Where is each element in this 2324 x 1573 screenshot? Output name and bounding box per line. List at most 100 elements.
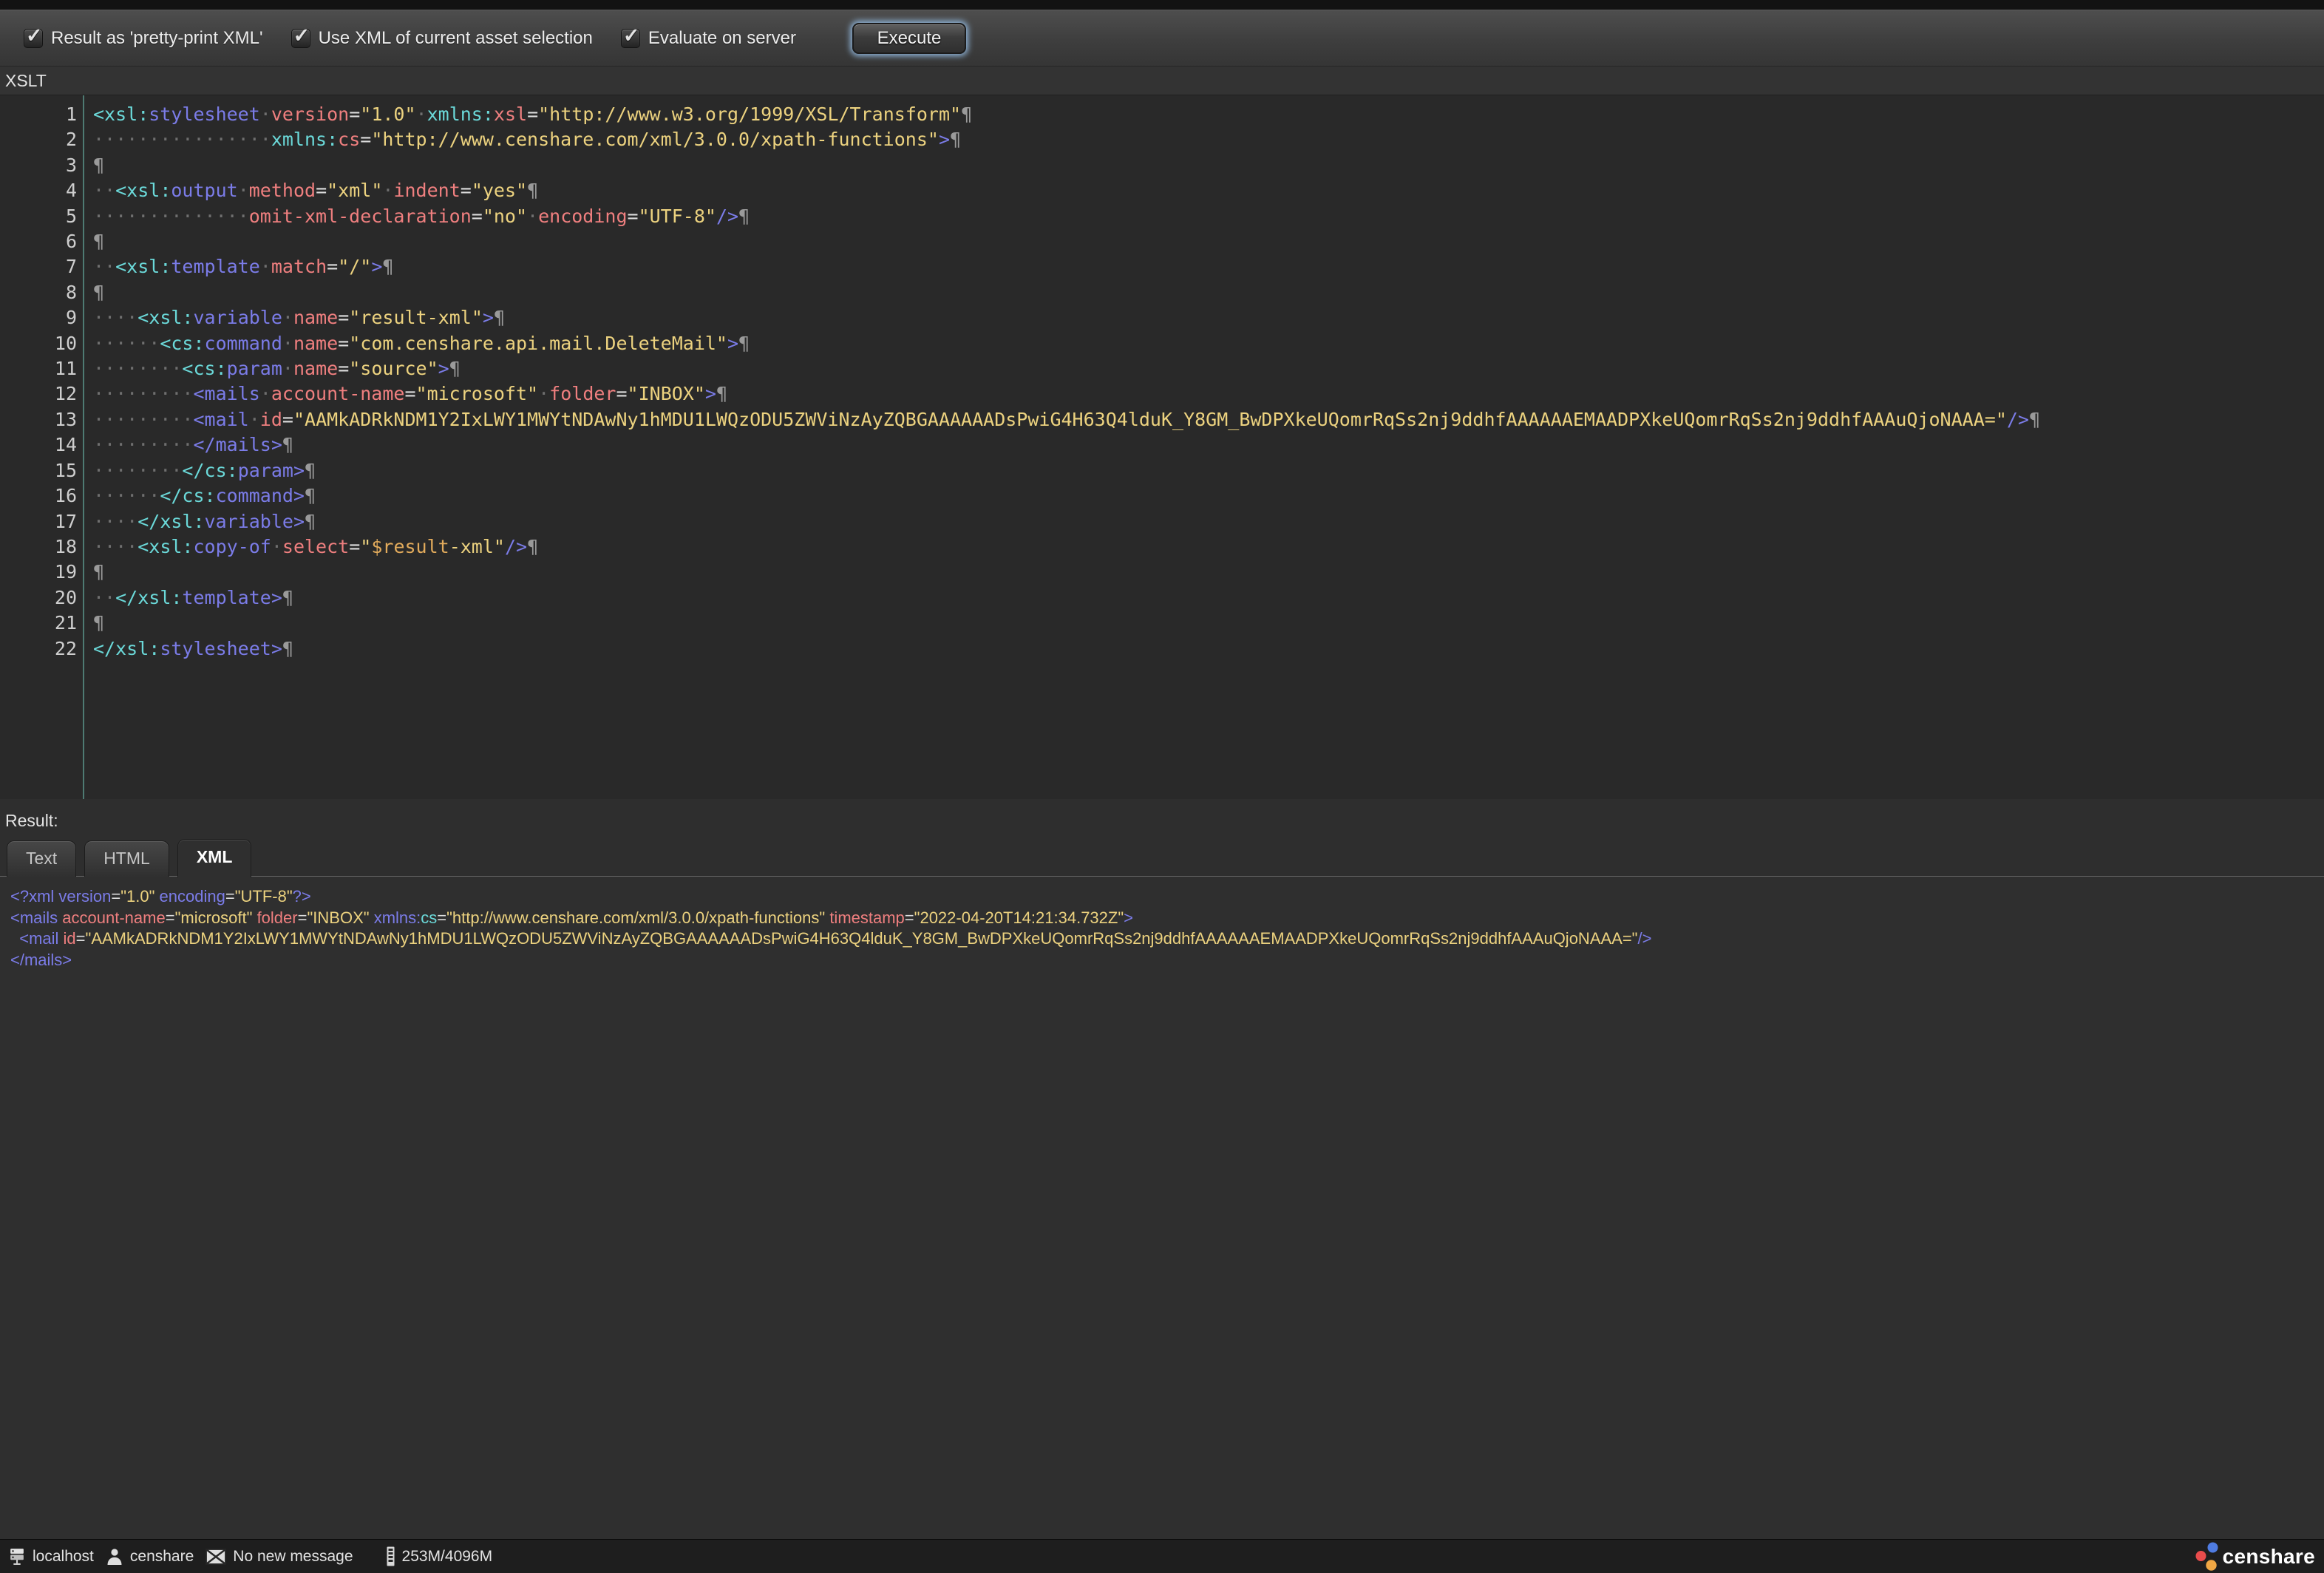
checkbox-box[interactable]: ✓ xyxy=(621,29,640,48)
checkbox-label: Evaluate on server xyxy=(648,28,796,49)
line-number: 20 xyxy=(0,585,77,611)
line-number: 12 xyxy=(0,381,77,407)
checkbox-label: Result as 'pretty-print XML' xyxy=(51,28,263,49)
tab-html[interactable]: HTML xyxy=(84,840,169,877)
editor-line-code: ··</xsl:template>¶ xyxy=(77,585,293,611)
result-tabs: TextHTMLXML xyxy=(0,835,2324,876)
editor-line-code: ¶ xyxy=(77,153,104,178)
editor-line: 1<xsl:stylesheet·version="1.0"·xmlns:xsl… xyxy=(0,102,2324,127)
editor-line-code: ¶ xyxy=(77,611,104,636)
line-number: 14 xyxy=(0,432,77,458)
result-label: Result: xyxy=(0,799,2324,835)
checkbox-box[interactable]: ✓ xyxy=(291,29,310,48)
result-line: </mails> xyxy=(10,950,2324,971)
execute-button[interactable]: Execute xyxy=(852,23,966,54)
memory-icon xyxy=(386,1546,395,1566)
editor-line-code: ················xmlns:cs="http://www.cen… xyxy=(77,127,961,152)
editor-line: 2················xmlns:cs="http://www.ce… xyxy=(0,127,2324,152)
line-number: 3 xyxy=(0,153,77,178)
editor-line: 22</xsl:stylesheet>¶ xyxy=(0,636,2324,662)
line-number: 2 xyxy=(0,127,77,152)
line-number: 4 xyxy=(0,178,77,203)
xslt-editor[interactable]: 1<xsl:stylesheet·version="1.0"·xmlns:xsl… xyxy=(0,95,2324,799)
line-number: 15 xyxy=(0,458,77,483)
editor-line-code: ····<xsl:copy-of·select="$result-xml"/>¶ xyxy=(77,534,538,560)
check-icon: ✓ xyxy=(623,24,640,47)
user-icon xyxy=(106,1547,123,1566)
editor-line: 10······<cs:command·name="com.censhare.a… xyxy=(0,331,2324,356)
editor-line-code: ·········</mails>¶ xyxy=(77,432,293,458)
editor-line-code: ··<xsl:template·match="/">¶ xyxy=(77,254,393,279)
line-number: 19 xyxy=(0,560,77,585)
line-number: 5 xyxy=(0,204,77,229)
editor-line: 20··</xsl:template>¶ xyxy=(0,585,2324,611)
editor-line: 11········<cs:param·name="source">¶ xyxy=(0,356,2324,381)
editor-line-code: </xsl:stylesheet>¶ xyxy=(77,636,293,662)
checkbox-use-xml-of-current-asset-selection[interactable]: ✓ Use XML of current asset selection xyxy=(291,28,593,49)
editor-line: 19¶ xyxy=(0,560,2324,585)
editor-line: 13·········<mail·id="AAMkADRkNDM1Y2IxLWY… xyxy=(0,407,2324,432)
line-number: 11 xyxy=(0,356,77,381)
editor-line-code: ··············omit-xml-declaration="no"·… xyxy=(77,204,750,229)
editor-line: 15········</cs:param>¶ xyxy=(0,458,2324,483)
status-memory[interactable]: 253M/4096M xyxy=(386,1546,493,1566)
editor-line-code: ¶ xyxy=(77,280,104,305)
result-line: <mails account-name="microsoft" folder="… xyxy=(10,908,2324,929)
editor-line-code: ····<xsl:variable·name="result-xml">¶ xyxy=(77,305,505,330)
editor-line-code: ·········<mails·account-name="microsoft"… xyxy=(77,381,727,407)
status-message[interactable]: No new message xyxy=(205,1548,353,1566)
line-number: 17 xyxy=(0,509,77,534)
editor-line: 21¶ xyxy=(0,611,2324,636)
censhare-logo-text: censhare xyxy=(2223,1545,2315,1569)
editor-line: 3¶ xyxy=(0,153,2324,178)
result-line: <?xml version="1.0" encoding="UTF-8"?> xyxy=(10,886,2324,908)
status-bar: localhost censhare No new message xyxy=(0,1539,2324,1573)
editor-line-code: ··<xsl:output·method="xml"·indent="yes"¶ xyxy=(77,178,538,203)
editor-label: XSLT xyxy=(0,67,2324,95)
server-icon xyxy=(7,1547,26,1566)
checkbox-result-as-pretty-print-xml[interactable]: ✓ Result as 'pretty-print XML' xyxy=(24,28,263,49)
window-top-strip xyxy=(0,0,2324,10)
line-number: 22 xyxy=(0,636,77,662)
line-number: 6 xyxy=(0,229,77,254)
editor-line: 17····</xsl:variable>¶ xyxy=(0,509,2324,534)
editor-line: 4··<xsl:output·method="xml"·indent="yes"… xyxy=(0,178,2324,203)
editor-line: 16······</cs:command>¶ xyxy=(0,483,2324,509)
status-host[interactable]: localhost xyxy=(7,1547,94,1566)
line-number: 16 xyxy=(0,483,77,509)
checkbox-evaluate-on-server[interactable]: ✓ Evaluate on server xyxy=(621,28,796,49)
tab-xml[interactable]: XML xyxy=(177,839,252,877)
editor-line-code: ······<cs:command·name="com.censhare.api… xyxy=(77,331,750,356)
editor-line-code: ········</cs:param>¶ xyxy=(77,458,316,483)
line-number: 18 xyxy=(0,534,77,560)
editor-line-code: ¶ xyxy=(77,229,104,254)
editor-line-code: ······</cs:command>¶ xyxy=(77,483,316,509)
line-number: 1 xyxy=(0,102,77,127)
toolbar-checkboxes: ✓ Result as 'pretty-print XML' ✓ Use XML of… xyxy=(24,28,824,49)
line-number: 9 xyxy=(0,305,77,330)
result-section-header: Result: TextHTMLXML xyxy=(0,799,2324,876)
line-number: 13 xyxy=(0,407,77,432)
editor-line: 6¶ xyxy=(0,229,2324,254)
tab-text[interactable]: Text xyxy=(7,840,76,877)
editor-line: 12·········<mails·account-name="microsof… xyxy=(0,381,2324,407)
editor-line-code: ·········<mail·id="AAMkADRkNDM1Y2IxLWY1M… xyxy=(77,407,2040,432)
editor-line-code: ¶ xyxy=(77,560,104,585)
editor-line: 14·········</mails>¶ xyxy=(0,432,2324,458)
checkbox-label: Use XML of current asset selection xyxy=(319,28,593,49)
editor-line-code: <xsl:stylesheet·version="1.0"·xmlns:xsl=… xyxy=(77,102,972,127)
result-line: <mail id="AAMkADRkNDM1Y2IxLWY1MWYtNDAwNy… xyxy=(10,928,2324,950)
status-host-label: localhost xyxy=(33,1548,94,1566)
censhare-logo: censhare xyxy=(2195,1540,2315,1572)
line-number: 21 xyxy=(0,611,77,636)
mail-icon xyxy=(205,1549,226,1565)
status-user[interactable]: censhare xyxy=(106,1547,194,1566)
toolbar: ✓ Result as 'pretty-print XML' ✓ Use XML of… xyxy=(0,10,2324,67)
editor-line: 8¶ xyxy=(0,280,2324,305)
result-pane[interactable]: <?xml version="1.0" encoding="UTF-8"?><m… xyxy=(0,876,2324,1539)
check-icon: ✓ xyxy=(26,24,43,47)
checkbox-box[interactable]: ✓ xyxy=(24,29,43,48)
censhare-logo-icon xyxy=(2195,1540,2220,1572)
check-icon: ✓ xyxy=(293,24,310,47)
line-number: 7 xyxy=(0,254,77,279)
